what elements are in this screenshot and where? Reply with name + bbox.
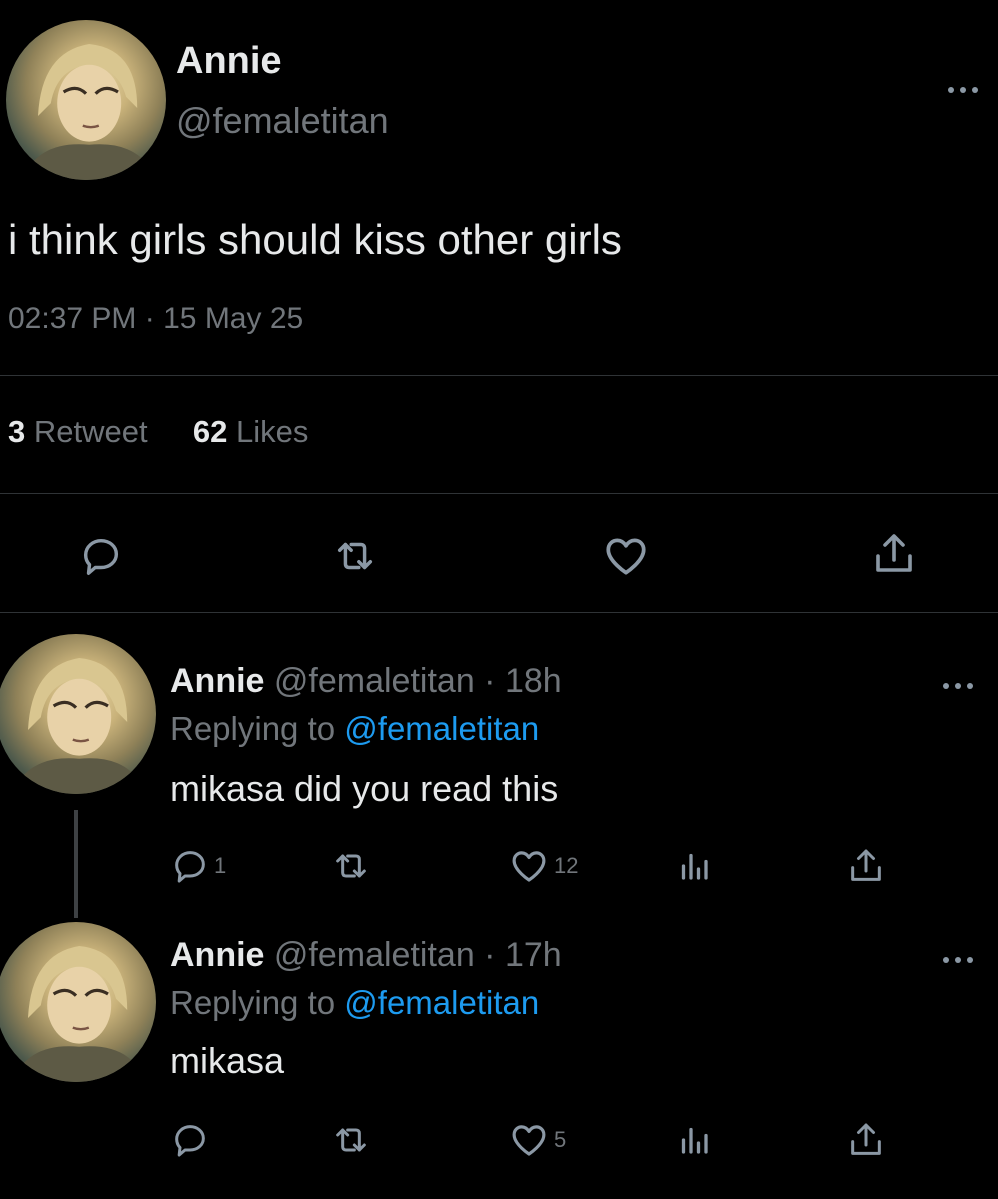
tweet-timestamp: 02:37 PM · 15 May 25 <box>8 302 303 336</box>
more-options-icon[interactable] <box>940 950 976 970</box>
retweet-count: 3 <box>8 414 26 449</box>
replying-to: Replying to @femaletitan <box>170 984 539 1022</box>
replying-to: Replying to @femaletitan <box>170 710 539 748</box>
display-name[interactable]: Annie <box>170 662 264 700</box>
replying-to-label: Replying to <box>170 710 336 747</box>
user-handle[interactable]: @femaletitan <box>176 100 389 142</box>
analytics-icon[interactable] <box>676 848 712 884</box>
reply-text: mikasa <box>170 1040 285 1081</box>
display-name[interactable]: Annie <box>170 936 264 974</box>
reply-icon[interactable]: 1 <box>170 846 226 886</box>
retweet-label[interactable]: Retweet <box>34 414 148 449</box>
like-label[interactable]: Likes <box>236 414 308 449</box>
like-count: 12 <box>554 853 579 878</box>
avatar[interactable] <box>0 922 156 1082</box>
retweet-icon[interactable] <box>330 1120 372 1160</box>
reply-header: Annie @femaletitan · 18h <box>170 662 562 701</box>
share-icon[interactable] <box>846 1120 886 1160</box>
more-options-icon[interactable] <box>945 80 981 100</box>
replying-to-label: Replying to <box>170 984 336 1021</box>
like-count: 5 <box>554 1127 567 1152</box>
avatar[interactable] <box>0 634 156 794</box>
more-options-icon[interactable] <box>940 676 976 696</box>
divider <box>0 493 998 494</box>
tweet-time: 02:37 PM <box>8 302 137 335</box>
reply-icon[interactable] <box>78 533 124 579</box>
avatar-illustration <box>22 44 157 180</box>
avatar[interactable] <box>6 20 166 180</box>
reply-count: 1 <box>214 853 227 878</box>
analytics-icon[interactable] <box>676 1122 712 1158</box>
handle-time[interactable]: @femaletitan · 18h <box>274 662 562 700</box>
share-icon[interactable] <box>870 530 918 578</box>
display-name[interactable]: Annie <box>176 40 282 83</box>
timestamp-separator: · <box>144 302 155 335</box>
avatar-illustration <box>12 946 147 1082</box>
like-icon[interactable] <box>601 531 651 581</box>
like-icon[interactable]: 12 <box>508 845 578 887</box>
divider <box>0 612 998 613</box>
retweet-icon[interactable] <box>331 533 379 579</box>
replying-to-handle[interactable]: @femaletitan <box>344 710 539 747</box>
reply-text: mikasa did you read this <box>170 768 559 809</box>
retweet-icon[interactable] <box>330 846 372 886</box>
like-count: 62 <box>192 414 228 449</box>
tweet-date: 15 May 25 <box>163 302 304 335</box>
divider <box>0 375 998 376</box>
avatar-illustration <box>12 658 147 794</box>
handle-time[interactable]: @femaletitan · 17h <box>274 936 562 974</box>
share-icon[interactable] <box>846 846 886 886</box>
reply-icon[interactable] <box>170 1120 210 1160</box>
tweet-stats: 3 Retweet 62 Likes <box>8 414 308 450</box>
replying-to-handle[interactable]: @femaletitan <box>344 984 539 1021</box>
like-icon[interactable]: 5 <box>508 1119 566 1161</box>
tweet-text: i think girls should kiss other girls <box>8 216 622 263</box>
thread-line <box>74 810 78 918</box>
reply-header: Annie @femaletitan · 17h <box>170 936 562 975</box>
